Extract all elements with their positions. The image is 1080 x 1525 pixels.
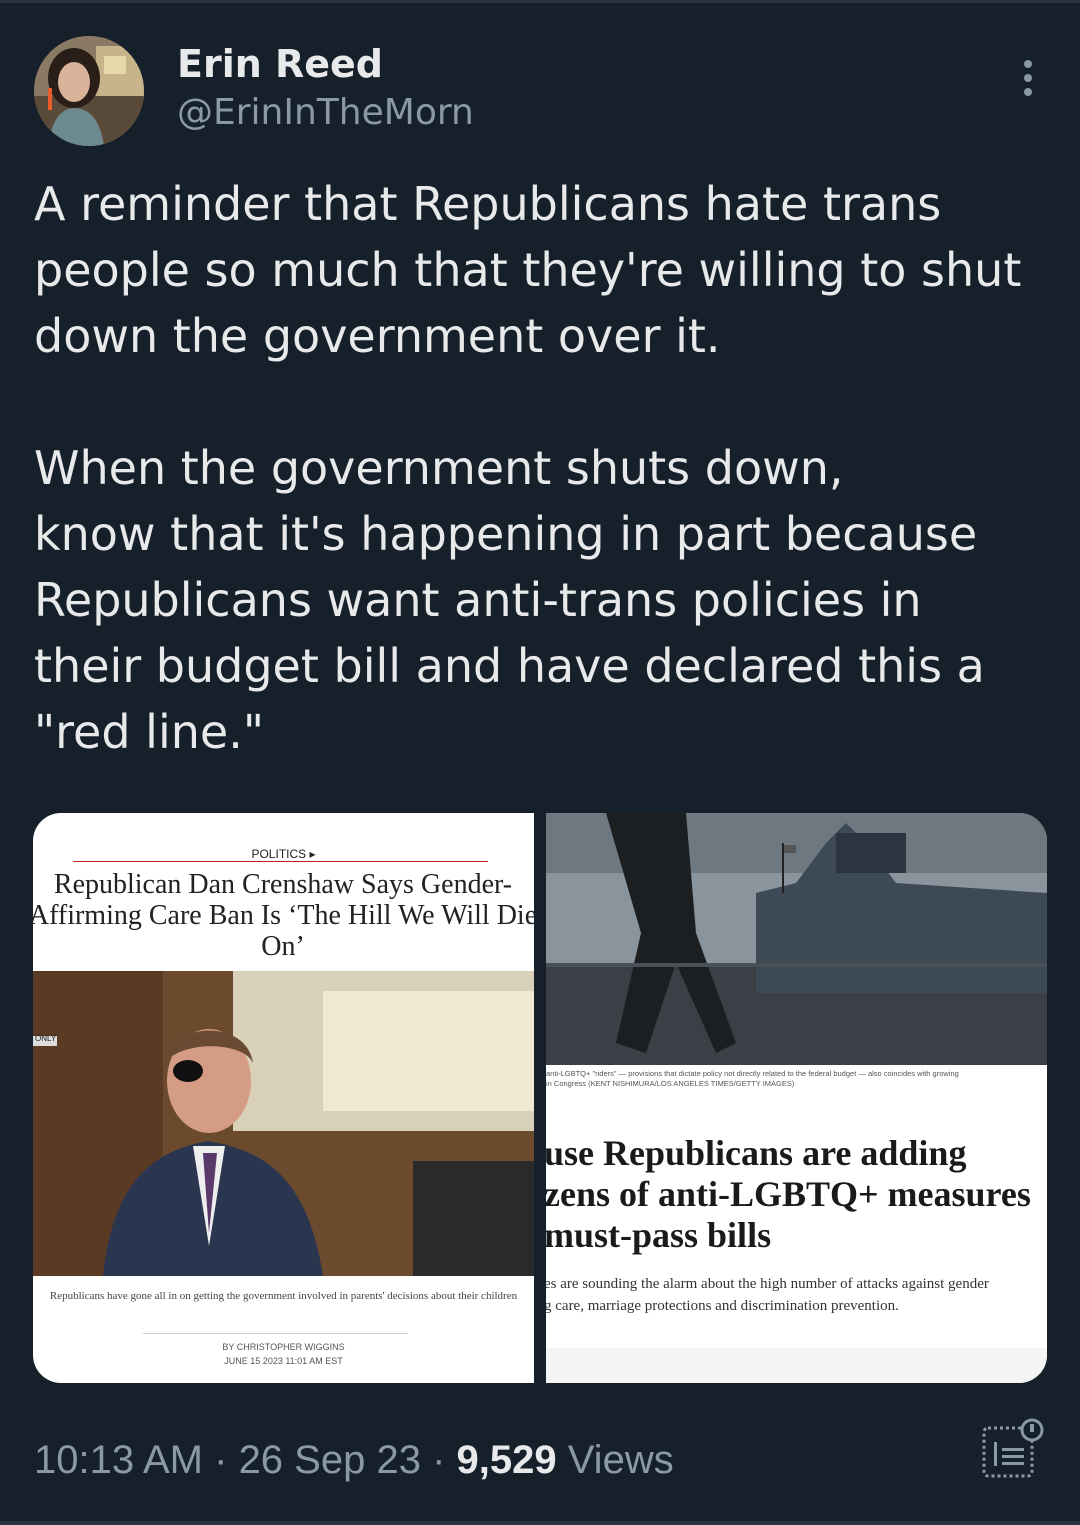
byline-author: BY CHRISTOPHER WIGGINS: [222, 1342, 345, 1352]
avatar[interactable]: [34, 36, 144, 146]
article-photo-right: [546, 813, 1047, 1065]
meta-separator: ·: [203, 1438, 239, 1482]
headline-line: Affirming Care Ban Is ‘The Hill We Will …: [33, 900, 534, 931]
caption-divider: [143, 1333, 408, 1334]
headline-line: Republican Dan Crenshaw Says Gender-: [53, 869, 513, 900]
headline-line: must-pass bills: [546, 1215, 772, 1255]
bottom-divider: [0, 1521, 1080, 1525]
article-category: POLITICS ▸: [251, 847, 316, 861]
views-label: Views: [556, 1438, 674, 1482]
views-count: 9,529: [456, 1438, 557, 1482]
dek-line: g care, marriage protections and discrim…: [546, 1298, 899, 1314]
tweet-line: down the government over it.: [34, 309, 721, 363]
article-headline-left: Republican Dan Crenshaw Says Gender- Aff…: [33, 869, 534, 962]
headline-line: use Republicans are adding: [546, 1133, 967, 1173]
author-name[interactable]: Erin Reed: [177, 42, 383, 86]
tweet-line: When the government shuts down,: [34, 441, 844, 495]
headline-line: zens of anti-LGBTQ+ measures: [546, 1174, 1031, 1214]
tweet-line: know that it's happening in part because: [34, 507, 978, 561]
article-byline: BY CHRISTOPHER WIGGINS JUNE 15 2023 11:0…: [33, 1340, 534, 1368]
analytics-icon[interactable]: [980, 1418, 1046, 1480]
tweet-line: people so much that they're willing to s…: [34, 243, 1022, 297]
article-dek-right: es are sounding the alarm about the high…: [546, 1273, 1047, 1317]
article-caption-left: Republicans have gone all in on getting …: [49, 1290, 518, 1302]
tweet-meta: 10:13 AM · 26 Sep 23 · 9,529 Views: [34, 1438, 674, 1483]
more-options-icon[interactable]: [1016, 60, 1040, 100]
top-divider: [0, 0, 1080, 3]
category-divider: [73, 861, 488, 862]
byline-date: JUNE 15 2023 11:01 AM EST: [224, 1356, 343, 1366]
photo-caption-line: in Congress (KENT NISHIMURA/LOS ANGELES …: [546, 1079, 795, 1088]
tweet-time[interactable]: 10:13 AM: [34, 1438, 203, 1482]
tweet-paragraph-2: When the government shuts down, know tha…: [34, 435, 1044, 765]
tweet-paragraph-1: A reminder that Republicans hate trans p…: [34, 171, 1044, 369]
nameplate-text: ONLY: [35, 1034, 57, 1043]
photo-caption-right: anti-LGBTQ+ "riders" — provisions that d…: [546, 1069, 1047, 1089]
dek-line: es are sounding the alarm about the high…: [546, 1276, 989, 1292]
media-grid: POLITICS ▸ Republican Dan Crenshaw Says …: [33, 813, 1047, 1383]
headline-line: On’: [261, 931, 305, 962]
tweet-header: Erin Reed @ErinInTheMorn: [34, 36, 1046, 148]
article-bottom-band: [546, 1348, 1047, 1383]
tweet-line: "red line.": [34, 705, 264, 759]
tweet-line: A reminder that Republicans hate trans: [34, 177, 942, 231]
tweet-line: their budget bill and have declared this…: [34, 639, 985, 693]
tweet-line: Republicans want anti-trans policies in: [34, 573, 922, 627]
meta-separator: ·: [420, 1438, 457, 1482]
tweet-date[interactable]: 26 Sep 23: [239, 1438, 421, 1482]
photo-caption-line: anti-LGBTQ+ "riders" — provisions that d…: [546, 1069, 959, 1078]
article-photo-left: ONLY: [33, 971, 534, 1276]
media-image-left[interactable]: POLITICS ▸ Republican Dan Crenshaw Says …: [33, 813, 534, 1383]
media-image-right[interactable]: anti-LGBTQ+ "riders" — provisions that d…: [546, 813, 1047, 1383]
article-headline-right: use Republicans are adding zens of anti-…: [546, 1133, 1047, 1256]
author-handle[interactable]: @ErinInTheMorn: [177, 92, 474, 133]
tweet-text: A reminder that Republicans hate trans p…: [34, 171, 1044, 765]
